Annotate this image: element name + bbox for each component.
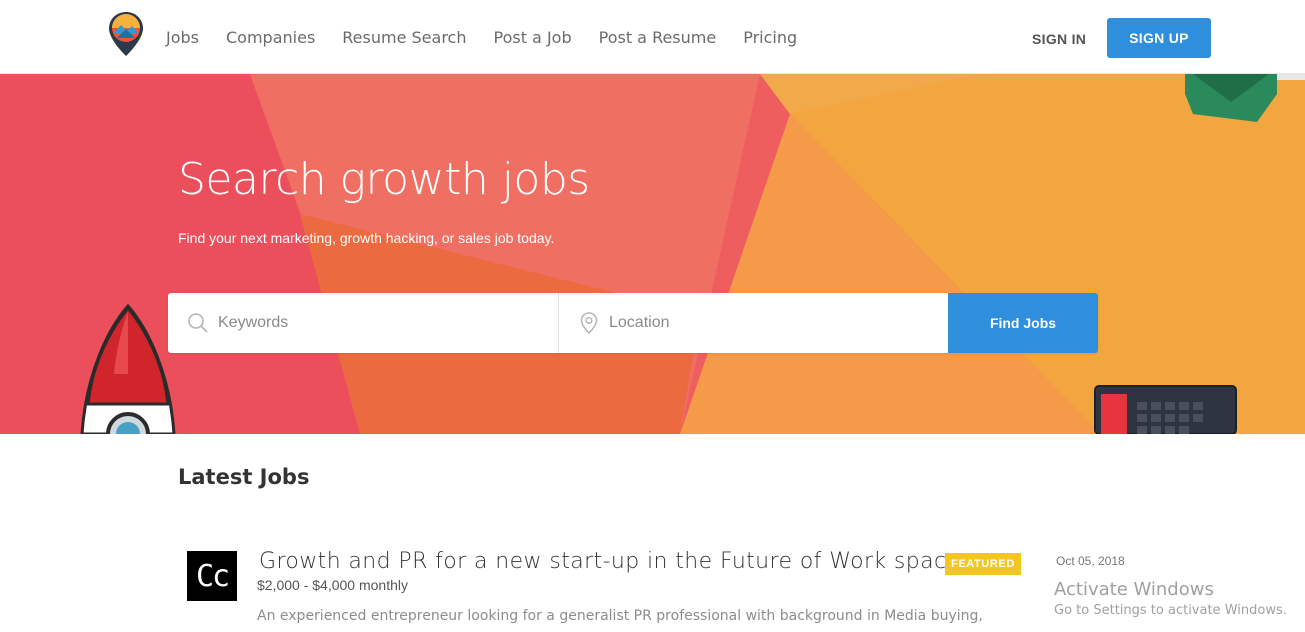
- nav-post-a-job[interactable]: Post a Job: [493, 28, 571, 47]
- keywords-field: [168, 293, 558, 353]
- sign-in-link[interactable]: SIGN IN: [1032, 31, 1086, 47]
- job-title-link[interactable]: Growth and PR for a new start-up in the …: [259, 549, 960, 574]
- rocket-illustration: [80, 304, 176, 434]
- featured-badge: FEATURED: [945, 553, 1021, 575]
- main-nav: Jobs Companies Resume Search Post a Job …: [166, 28, 824, 47]
- hero-subtitle: Find your next marketing, growth hacking…: [178, 230, 555, 246]
- nav-companies[interactable]: Companies: [226, 28, 315, 47]
- hero-title: Search growth jobs: [178, 154, 590, 205]
- keywords-input[interactable]: [168, 293, 558, 353]
- location-pin-icon: [580, 312, 598, 335]
- job-salary: $2,000 - $4,000 monthly: [257, 577, 408, 593]
- top-navigation-bar: Jobs Companies Resume Search Post a Job …: [0, 0, 1305, 74]
- nav-resume-search[interactable]: Resume Search: [342, 28, 466, 47]
- job-description: An experienced entrepreneur looking for …: [257, 608, 983, 624]
- activate-windows-subtitle: Go to Settings to activate Windows.: [1054, 603, 1287, 618]
- nav-post-a-resume[interactable]: Post a Resume: [599, 28, 717, 47]
- location-field: [558, 293, 948, 353]
- location-input[interactable]: [559, 293, 948, 353]
- sign-up-button[interactable]: SIGN UP: [1107, 18, 1211, 58]
- find-jobs-button[interactable]: Find Jobs: [948, 293, 1098, 353]
- nav-pricing[interactable]: Pricing: [743, 28, 797, 47]
- nav-jobs[interactable]: Jobs: [166, 28, 199, 47]
- job-date: Oct 05, 2018: [1056, 554, 1125, 568]
- hero-background: [0, 74, 1305, 434]
- search-icon: [188, 313, 208, 333]
- activate-windows-title: Activate Windows: [1054, 579, 1214, 600]
- envelope-illustration: [1185, 74, 1305, 122]
- laptop-illustration: [1094, 385, 1237, 434]
- job-search-form: Find Jobs: [168, 293, 1098, 353]
- hero-banner: Search growth jobs Find your next market…: [0, 74, 1305, 434]
- latest-jobs-heading: Latest Jobs: [178, 465, 310, 489]
- company-logo[interactable]: Cc: [187, 551, 237, 601]
- map-pin-logo-icon[interactable]: [107, 10, 145, 58]
